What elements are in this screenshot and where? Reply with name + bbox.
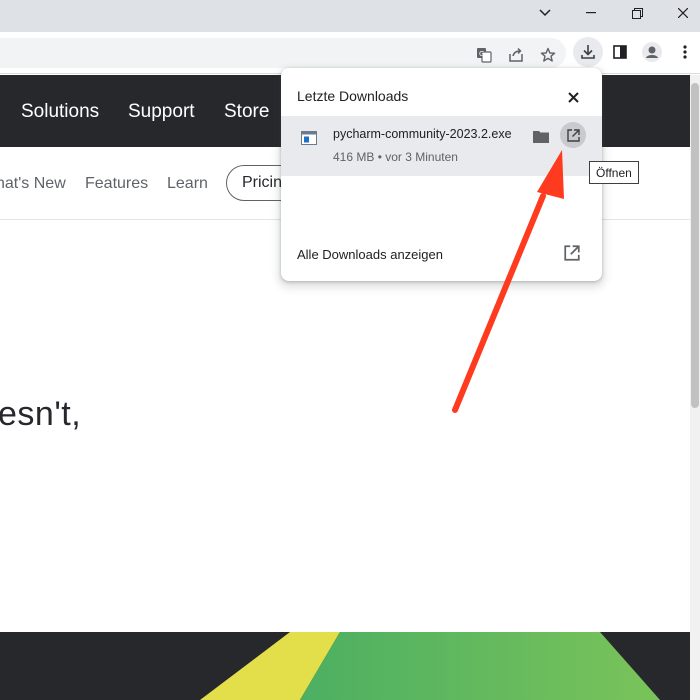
scrollbar-thumb[interactable]: [691, 83, 699, 408]
hero-headline: esn't,: [0, 395, 82, 433]
download-icon[interactable]: [573, 37, 603, 67]
subnav-learn-link[interactable]: Learn: [167, 175, 208, 193]
decorative-gradient-graphic: [200, 632, 660, 700]
download-item[interactable]: pycharm-community-2023.2.exe 416 MB • vo…: [281, 116, 602, 176]
open-file-button[interactable]: [560, 122, 586, 148]
close-window-button[interactable]: [660, 0, 700, 26]
download-status: 416 MB • vor 3 Minuten: [333, 150, 458, 164]
nav-solutions-link[interactable]: Solutions: [21, 101, 99, 123]
hero-graphic-band: [0, 632, 690, 700]
folder-icon: [533, 130, 549, 143]
subnav-features-link[interactable]: Features: [85, 175, 148, 193]
nav-support-link[interactable]: Support: [128, 101, 195, 123]
open-external-icon: [566, 128, 580, 142]
chevron-down-icon: [539, 9, 551, 17]
restore-button[interactable]: [614, 0, 660, 26]
tab-search-button[interactable]: [522, 0, 568, 26]
profile-icon[interactable]: [637, 37, 667, 67]
address-bar[interactable]: G: [0, 38, 566, 68]
downloads-title: Letzte Downloads: [297, 88, 409, 104]
translate-icon[interactable]: G: [475, 46, 493, 64]
minimize-icon: [586, 12, 596, 14]
close-icon: [678, 8, 688, 18]
minimize-button[interactable]: [568, 0, 614, 26]
nav-store-link[interactable]: Store: [224, 101, 269, 123]
open-tooltip: Öffnen: [589, 161, 639, 184]
more-menu-icon[interactable]: [670, 37, 700, 67]
downloads-close-button[interactable]: [561, 85, 585, 109]
exe-file-icon: [301, 131, 317, 145]
close-icon: [567, 91, 579, 103]
share-icon[interactable]: [507, 46, 525, 64]
download-filename: pycharm-community-2023.2.exe: [333, 127, 512, 141]
open-external-icon[interactable]: [564, 245, 580, 261]
subnav-whats-new-link[interactable]: nat's New: [0, 175, 66, 193]
show-in-folder-button[interactable]: [531, 126, 551, 146]
downloads-bubble: Letzte Downloads pycharm-community-2023.…: [281, 68, 602, 281]
bookmark-star-icon[interactable]: [539, 46, 557, 64]
svg-text:G: G: [479, 50, 484, 58]
browser-title-bar: [0, 0, 700, 32]
show-all-downloads-link[interactable]: Alle Downloads anzeigen: [297, 247, 443, 262]
restore-icon: [631, 7, 643, 19]
page-scrollbar[interactable]: [690, 75, 700, 700]
side-panel-icon[interactable]: [605, 37, 635, 67]
